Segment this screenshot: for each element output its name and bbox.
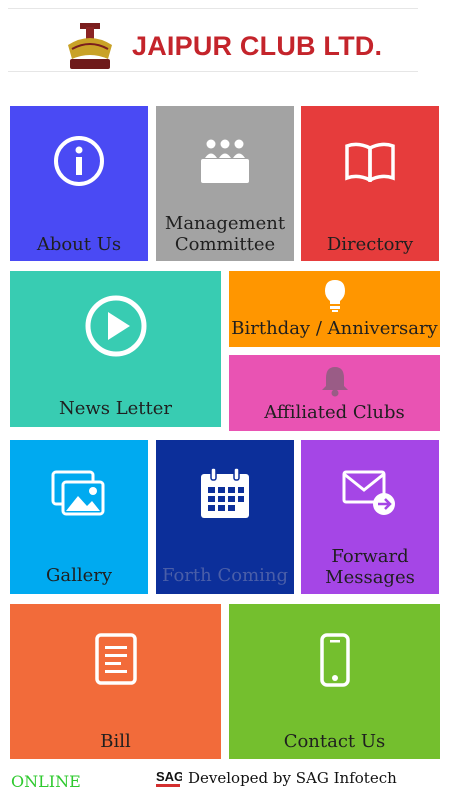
contact-us-label: Contact Us [283, 731, 386, 752]
management-label-line2: Committee [174, 234, 276, 255]
bill-tile[interactable]: Bill [10, 604, 221, 759]
forward-label-line2: Messages [325, 567, 415, 588]
management-committee-label: Management Committee [156, 213, 294, 255]
mail-forward-icon [342, 470, 395, 515]
developer-credit[interactable]: SAG Developed by SAG Infotech [156, 767, 397, 789]
club-crest-logo [68, 23, 112, 69]
birthday-anniversary-label: Birthday / Anniversary [231, 318, 438, 339]
calendar-icon [201, 467, 249, 518]
news-letter-tile[interactable]: News Letter [10, 271, 221, 427]
brand-title: JAIPUR CLUB LTD. [132, 31, 383, 61]
gallery-tile[interactable]: Gallery [10, 440, 148, 594]
forward-messages-tile[interactable]: Forward Messages [301, 440, 439, 594]
directory-label: Directory [326, 234, 414, 255]
svg-text:SAG: SAG [156, 769, 182, 784]
info-icon [54, 136, 104, 186]
news-letter-label: News Letter [58, 398, 173, 419]
bell-icon [321, 367, 348, 397]
committee-icon [201, 139, 249, 183]
document-icon [94, 633, 137, 685]
directory-tile[interactable]: Directory [301, 106, 439, 261]
management-committee-tile[interactable]: Management Committee [156, 106, 294, 261]
gallery-label: Gallery [45, 565, 113, 586]
book-icon [345, 142, 395, 182]
forward-label-line1: Forward [331, 546, 409, 567]
developer-text: Developed by SAG Infotech [188, 769, 397, 787]
app-header: JAIPUR CLUB LTD. [8, 8, 418, 72]
affiliated-clubs-label: Affiliated Clubs [264, 402, 405, 423]
forth-coming-label: Forth Coming [161, 565, 289, 586]
sag-logo: SAG [156, 769, 182, 787]
management-label-line1: Management [164, 213, 286, 234]
bill-label: Bill [100, 731, 131, 752]
about-us-label: About Us [36, 234, 122, 255]
forward-messages-label: Forward Messages [301, 546, 439, 588]
photos-icon [51, 470, 105, 516]
phone-icon [319, 633, 350, 687]
affiliated-clubs-tile[interactable]: Affiliated Clubs [229, 355, 440, 431]
about-us-tile[interactable]: About Us [10, 106, 148, 261]
online-status: ONLINE [11, 772, 81, 791]
bulb-icon [324, 280, 345, 312]
forth-coming-tile[interactable]: Forth Coming [156, 440, 294, 594]
contact-us-tile[interactable]: Contact Us [229, 604, 440, 759]
birthday-anniversary-tile[interactable]: Birthday / Anniversary [229, 271, 440, 347]
play-icon [85, 295, 146, 357]
